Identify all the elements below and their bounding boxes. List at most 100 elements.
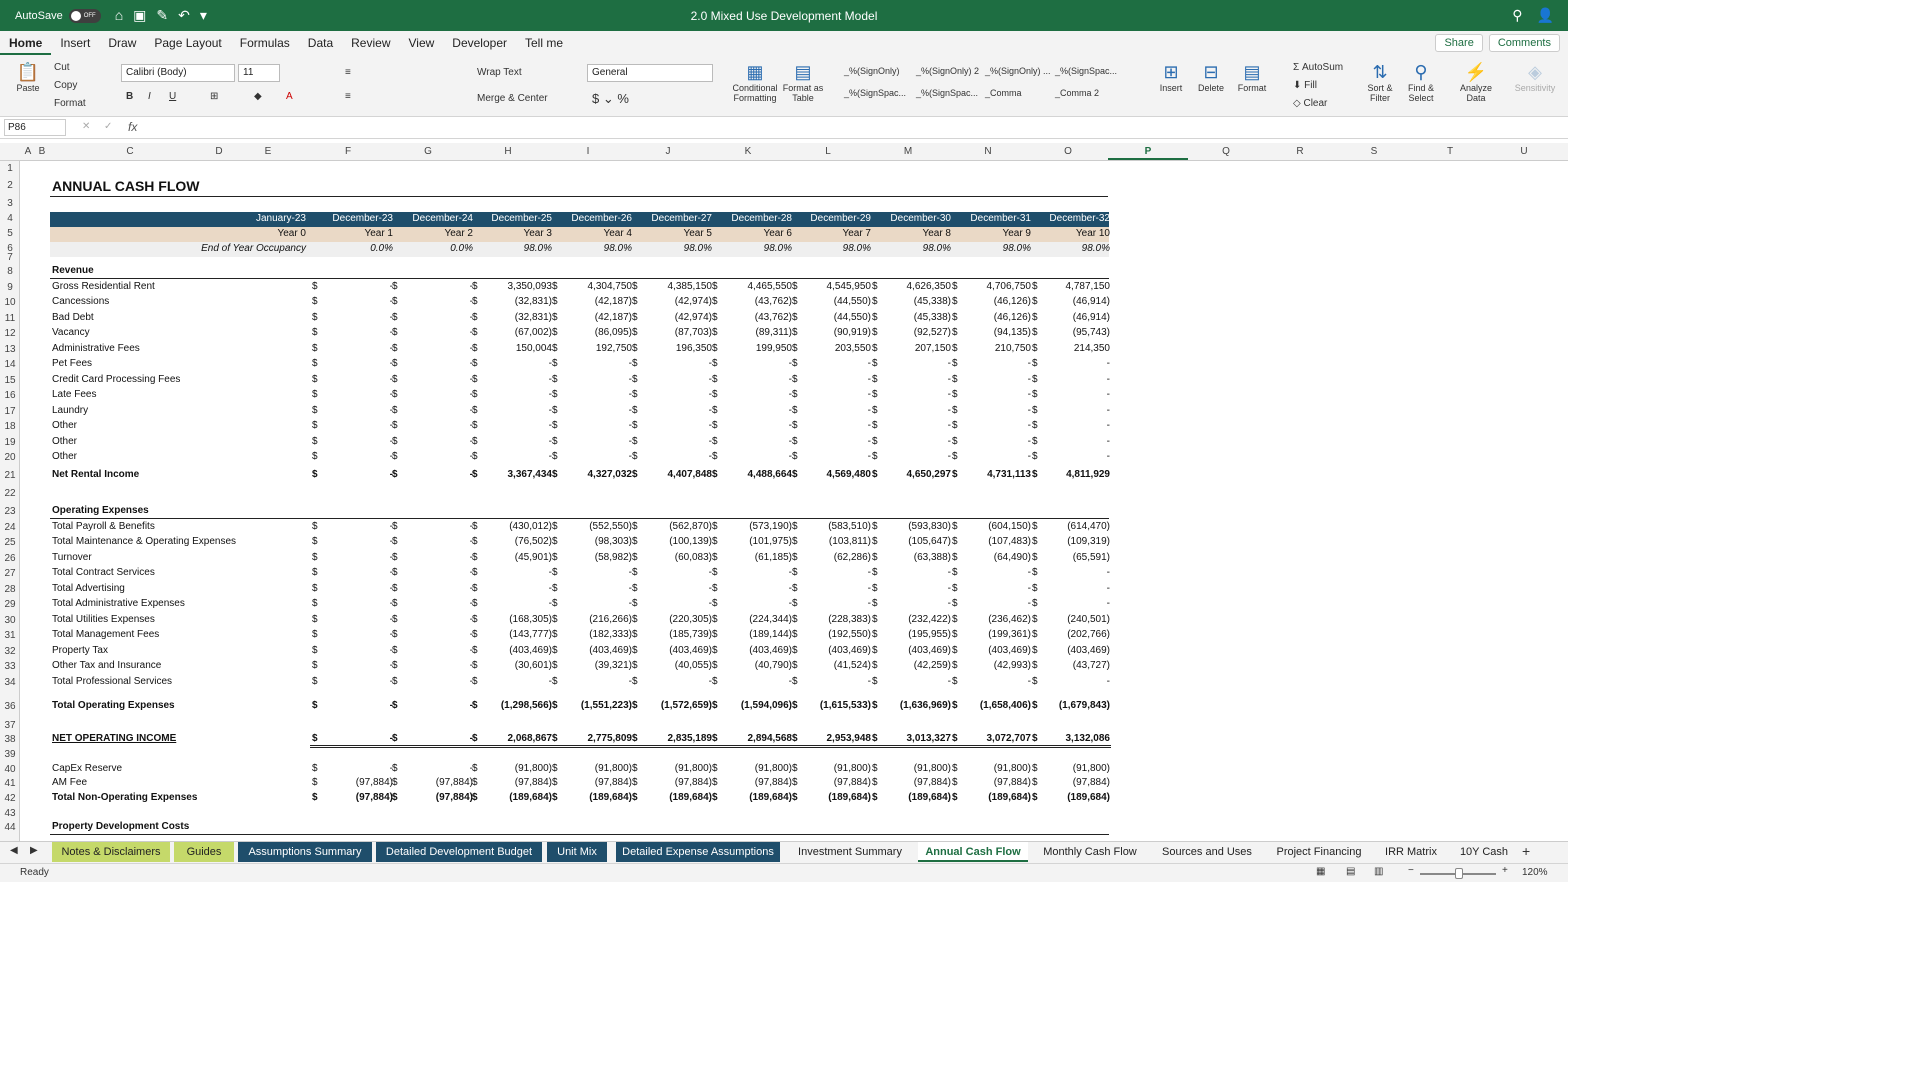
- style-8[interactable]: _Comma 2: [1055, 88, 1099, 98]
- enter-icon[interactable]: ✓: [104, 121, 112, 132]
- fill-color-icon[interactable]: ◆: [254, 91, 262, 102]
- column-header-i[interactable]: I: [576, 146, 600, 157]
- underline-button[interactable]: U: [169, 91, 176, 102]
- column-header-j[interactable]: J: [656, 146, 680, 157]
- format-as-table-button[interactable]: ▤ Format as Table: [782, 61, 824, 103]
- page-layout-icon[interactable]: ▤: [1346, 866, 1355, 877]
- row-header-12[interactable]: 12: [0, 328, 20, 339]
- sheet-tab[interactable]: Notes & Disclaimers: [52, 842, 170, 862]
- zoom-in-icon[interactable]: +: [1502, 865, 1508, 876]
- home-icon[interactable]: ⌂: [115, 7, 123, 24]
- wrap-text-button[interactable]: Wrap Text: [477, 67, 522, 78]
- row-header-9[interactable]: 9: [0, 282, 20, 293]
- save-icon[interactable]: ▣: [133, 7, 146, 24]
- column-header-p[interactable]: P: [1136, 146, 1160, 157]
- row-header-4[interactable]: 4: [0, 213, 20, 224]
- tab-review[interactable]: Review: [342, 31, 399, 55]
- row-header-41[interactable]: 41: [0, 778, 20, 789]
- row-header-21[interactable]: 21: [0, 470, 20, 481]
- style-4[interactable]: _%(SignSpac...: [1055, 66, 1117, 76]
- zoom-out-icon[interactable]: −: [1408, 865, 1414, 876]
- delete-button[interactable]: ⊟ Delete: [1195, 61, 1227, 93]
- autosave-toggle[interactable]: OFF: [68, 8, 101, 23]
- align-top-icon[interactable]: ≡: [345, 67, 351, 78]
- row-header-28[interactable]: 28: [0, 584, 20, 595]
- tab-data[interactable]: Data: [299, 31, 342, 55]
- analyze-data-button[interactable]: ⚡ Analyze Data: [1456, 61, 1496, 103]
- tab-page-layout[interactable]: Page Layout: [145, 31, 230, 55]
- name-box[interactable]: P86: [4, 119, 66, 136]
- copy-button[interactable]: Copy: [54, 80, 77, 91]
- clear-button[interactable]: ◇ Clear: [1293, 98, 1327, 109]
- scroll-right-icon[interactable]: ▶: [30, 845, 38, 856]
- sensitivity-button[interactable]: ◈ Sensitivity: [1510, 61, 1560, 93]
- sheet-tab[interactable]: Sources and Uses: [1152, 842, 1262, 862]
- italic-button[interactable]: I: [148, 91, 151, 102]
- borders-icon[interactable]: ⊞: [210, 91, 218, 102]
- number-format-select[interactable]: General: [587, 64, 713, 82]
- column-header-r[interactable]: R: [1288, 146, 1312, 157]
- sheet-tab[interactable]: Annual Cash Flow: [918, 842, 1028, 862]
- column-header-g[interactable]: G: [416, 146, 440, 157]
- row-header-38[interactable]: 38: [0, 734, 20, 745]
- style-7[interactable]: _Comma: [985, 88, 1022, 98]
- column-header-t[interactable]: T: [1438, 146, 1462, 157]
- function-icon[interactable]: fx: [128, 120, 137, 134]
- normal-view-icon[interactable]: ▦: [1316, 866, 1325, 877]
- row-header-5[interactable]: 5: [0, 228, 20, 239]
- align-left-icon[interactable]: ≡: [345, 91, 351, 102]
- column-header-m[interactable]: M: [896, 146, 920, 157]
- tell-me[interactable]: Tell me: [516, 31, 572, 55]
- add-sheet-icon[interactable]: +: [1522, 843, 1530, 859]
- column-header-o[interactable]: O: [1056, 146, 1080, 157]
- row-header-14[interactable]: 14: [0, 359, 20, 370]
- conditional-formatting-button[interactable]: ▦ Conditional Formatting: [730, 61, 780, 103]
- font-color-icon[interactable]: A: [286, 91, 293, 102]
- tab-formulas[interactable]: Formulas: [231, 31, 299, 55]
- search-icon[interactable]: ⚲: [1512, 7, 1522, 24]
- row-header-8[interactable]: 8: [0, 266, 20, 277]
- column-header-d[interactable]: D: [207, 146, 231, 157]
- font-size-select[interactable]: 11: [238, 64, 280, 82]
- scroll-left-icon[interactable]: ◀: [10, 845, 18, 856]
- row-header-23[interactable]: 23: [0, 506, 20, 517]
- row-header-20[interactable]: 20: [0, 452, 20, 463]
- sheet-tab[interactable]: Detailed Expense Assumptions: [616, 842, 780, 862]
- row-header-43[interactable]: 43: [0, 808, 20, 819]
- sheet-tab[interactable]: Detailed Development Budget: [376, 842, 542, 862]
- column-header-c[interactable]: C: [118, 146, 142, 157]
- sheet-tab[interactable]: Monthly Cash Flow: [1032, 842, 1148, 862]
- undo-icon[interactable]: ↶: [178, 7, 190, 24]
- column-header-l[interactable]: L: [816, 146, 840, 157]
- row-header-17[interactable]: 17: [0, 406, 20, 417]
- customize-icon[interactable]: ▾: [200, 7, 207, 24]
- row-header-18[interactable]: 18: [0, 421, 20, 432]
- row-header-30[interactable]: 30: [0, 615, 20, 626]
- style-5[interactable]: _%(SignSpac...: [844, 88, 906, 98]
- row-header-15[interactable]: 15: [0, 375, 20, 386]
- bold-button[interactable]: B: [126, 91, 133, 102]
- share-button[interactable]: Share: [1435, 34, 1483, 52]
- sheet-tab[interactable]: Unit Mix: [547, 842, 607, 862]
- column-header-h[interactable]: H: [496, 146, 520, 157]
- row-header-24[interactable]: 24: [0, 522, 20, 533]
- row-header-13[interactable]: 13: [0, 344, 20, 355]
- style-2[interactable]: _%(SignOnly) 2: [916, 66, 979, 76]
- style-3[interactable]: _%(SignOnly) ...: [985, 66, 1051, 76]
- account-icon[interactable]: 👤: [1537, 7, 1554, 24]
- cancel-icon[interactable]: ✕: [82, 121, 90, 132]
- sheet-tab[interactable]: Assumptions Summary: [238, 842, 372, 862]
- column-header-b[interactable]: B: [30, 146, 54, 157]
- row-header-3[interactable]: 3: [0, 198, 20, 209]
- tab-draw[interactable]: Draw: [99, 31, 145, 55]
- row-header-22[interactable]: 22: [0, 488, 20, 499]
- autosum-button[interactable]: Σ AutoSum: [1293, 62, 1343, 73]
- row-header-19[interactable]: 19: [0, 437, 20, 448]
- row-header-40[interactable]: 40: [0, 764, 20, 775]
- row-header-34[interactable]: 34: [0, 677, 20, 688]
- find-select-button[interactable]: ⚲ Find & Select: [1403, 61, 1439, 103]
- row-header-7[interactable]: 7: [0, 252, 20, 263]
- style-6[interactable]: _%(SignSpac...: [916, 88, 978, 98]
- column-header-e[interactable]: E: [256, 146, 280, 157]
- font-name-select[interactable]: Calibri (Body): [121, 64, 235, 82]
